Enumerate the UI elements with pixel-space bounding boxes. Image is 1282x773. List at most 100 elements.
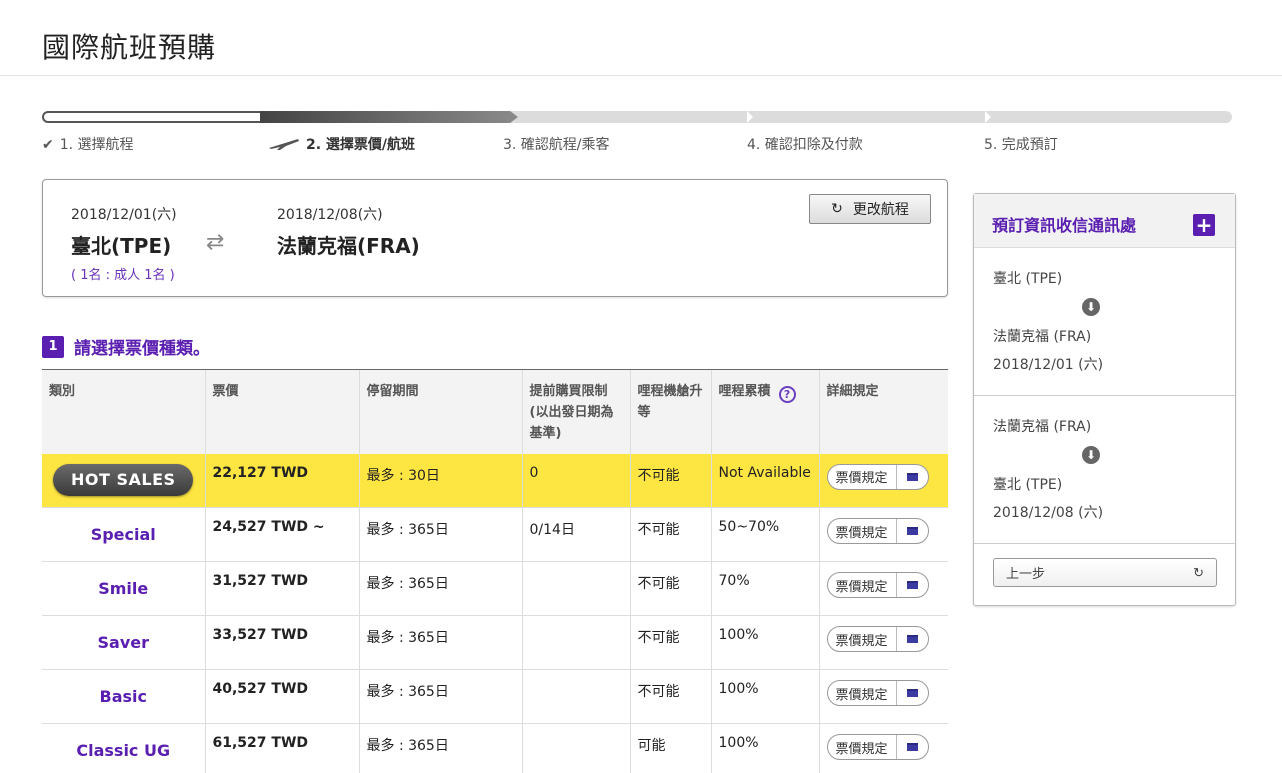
fare-type-cell: Smile — [42, 561, 205, 616]
progress-segment-2 — [260, 111, 510, 123]
stay-cell: 最多 : 365日 — [358, 615, 522, 670]
segment-date: 2018/12/01 (六) — [993, 357, 1104, 373]
fare-type-name: Special — [90, 525, 156, 544]
fare-rule-button[interactable]: 票價規定 — [826, 680, 929, 706]
column-header: 提前購買限制 (以出發日期為基準) — [521, 369, 630, 454]
help-icon[interactable]: ? — [778, 386, 796, 403]
popup-window-icon — [895, 681, 928, 705]
upgrade-cell: 不可能 — [629, 453, 711, 508]
mileage-cell: 50~70% — [710, 507, 819, 562]
table-row[interactable]: Basic 40,527 TWD 最多 : 365日 不可能 100% 票價規定 — [42, 669, 948, 724]
segment-from: 法蘭克福 (FRA) — [993, 419, 1092, 435]
price-cell: 33,527 TWD — [204, 615, 359, 670]
booking-progress-bar — [42, 111, 1232, 123]
price-cell: 22,127 TWD — [204, 453, 359, 508]
popup-window-icon — [895, 519, 928, 543]
section-title: 請選擇票價種類。 — [74, 339, 210, 359]
table-row[interactable]: Classic UG 61,527 TWD 最多 : 365日 可能 100% … — [42, 723, 948, 773]
mileage-cell: 100% — [710, 723, 819, 773]
fare-rule-button[interactable]: 票價規定 — [826, 734, 929, 760]
price-cell: 31,527 TWD — [204, 561, 359, 616]
rule-cell: 票價規定 — [818, 453, 948, 508]
step-4: 4. 確認扣除及付款 — [747, 137, 863, 153]
mileage-cell: 100% — [710, 669, 819, 724]
previous-step-button[interactable]: 上一步 ↻ — [993, 558, 1217, 587]
table-row[interactable]: Smile 31,527 TWD 最多 : 365日 不可能 70% 票價規定 — [42, 561, 948, 616]
checkmark-icon: ✔ — [42, 137, 54, 153]
arrow-down-icon: ⬇ — [1082, 446, 1100, 464]
popup-window-icon — [895, 573, 928, 597]
fare-type-cell: Saver — [42, 615, 205, 670]
mileage-cell: 70% — [710, 561, 819, 616]
booking-info-panel: 預訂資訊收信通訊處 + 臺北 (TPE) ⬇ 法蘭克福 (FRA) 2018/1… — [973, 193, 1236, 606]
panel-title: 預訂資訊收信通訊處 — [992, 216, 1137, 235]
progress-segment-1 — [42, 111, 262, 123]
fare-rule-button[interactable]: 票價規定 — [826, 518, 929, 544]
change-itinerary-button[interactable]: ↻ 更改航程 — [809, 194, 931, 224]
popup-window-icon — [895, 464, 928, 489]
page-title: 國際航班預購 — [42, 31, 217, 64]
advance-cell: 0/14日 — [521, 507, 630, 562]
column-header: 詳細規定 — [818, 369, 948, 454]
fare-type-cell: Special — [42, 507, 205, 562]
section-number: 1 — [42, 335, 64, 358]
rule-cell: 票價規定 — [818, 723, 948, 773]
fare-rule-button[interactable]: 票價規定 — [826, 572, 929, 598]
rule-cell: 票價規定 — [818, 561, 948, 616]
expand-plus-icon[interactable]: + — [1193, 214, 1215, 236]
column-header: 哩程累積? — [710, 369, 819, 454]
advance-cell — [521, 723, 630, 773]
price-cell: 24,527 TWD ~ — [204, 507, 359, 562]
table-row[interactable]: HOT SALES 22,127 TWD 最多 : 30日 0 不可能 Not … — [42, 453, 948, 508]
fare-type-name: Saver — [97, 633, 150, 652]
column-header: 類別 — [42, 369, 205, 454]
mileage-cell: Not Available — [710, 453, 819, 508]
segment-to: 臺北 (TPE) — [993, 477, 1063, 493]
progress-arrow — [510, 111, 518, 123]
fare-type-name: Smile — [98, 579, 149, 598]
title-divider — [0, 75, 1282, 76]
table-row[interactable]: Special 24,527 TWD ~ 最多 : 365日 0/14日 不可能… — [42, 507, 948, 562]
fare-type-cell: Basic — [42, 669, 205, 724]
rule-cell: 票價規定 — [818, 507, 948, 562]
refresh-icon: ↻ — [831, 201, 843, 217]
advance-cell — [521, 561, 630, 616]
section-heading: 1 請選擇票價種類。 — [42, 334, 210, 359]
passenger-count: ( 1名 : 成人 1名 ) — [71, 268, 175, 283]
mileage-cell: 100% — [710, 615, 819, 670]
progress-segment-rest — [510, 111, 1232, 123]
table-header-row: 類別 票價 停留期間 提前購買限制 (以出發日期為基準) 哩程機艙升等 哩程累積… — [42, 369, 948, 454]
return-city: 法蘭克福(FRA) — [277, 234, 420, 258]
table-row[interactable]: Saver 33,527 TWD 最多 : 365日 不可能 100% 票價規定 — [42, 615, 948, 670]
segment-date: 2018/12/08 (六) — [993, 505, 1104, 521]
advance-cell — [521, 669, 630, 724]
panel-header: 預訂資訊收信通訊處 + — [974, 194, 1235, 248]
airplane-icon — [268, 137, 300, 153]
stay-cell: 最多 : 365日 — [358, 507, 522, 562]
step-3: 3. 確認航程/乘客 — [503, 137, 610, 153]
popup-window-icon — [895, 735, 928, 759]
segment-from: 臺北 (TPE) — [993, 271, 1063, 287]
refresh-icon: ↻ — [1193, 564, 1204, 580]
fare-table: 類別 票價 停留期間 提前購買限制 (以出發日期為基準) 哩程機艙升等 哩程累積… — [42, 369, 948, 773]
arrow-down-icon: ⬇ — [1082, 298, 1100, 316]
price-cell: 61,527 TWD — [204, 723, 359, 773]
itinerary-summary: 2018/12/01(六) 臺北(TPE) ⇄ 2018/12/08(六) 法蘭… — [42, 179, 948, 297]
depart-city: 臺北(TPE) — [71, 234, 172, 258]
hot-sales-badge: HOT SALES — [53, 464, 194, 497]
column-header: 票價 — [204, 369, 359, 454]
segment-outbound: 臺北 (TPE) ⬇ 法蘭克福 (FRA) 2018/12/01 (六) — [974, 248, 1235, 396]
fare-rule-button[interactable]: 票價規定 — [826, 463, 929, 490]
stay-cell: 最多 : 365日 — [358, 723, 522, 773]
fare-rule-button[interactable]: 票價規定 — [826, 626, 929, 652]
fare-type-name: Basic — [99, 687, 147, 706]
step-5: 5. 完成預訂 — [984, 137, 1058, 153]
progress-divider — [985, 111, 991, 123]
segment-return: 法蘭克福 (FRA) ⬇ 臺北 (TPE) 2018/12/08 (六) — [974, 396, 1235, 544]
upgrade-cell: 不可能 — [629, 561, 711, 616]
advance-cell: 0 — [521, 453, 630, 508]
depart-date: 2018/12/01(六) — [71, 207, 177, 223]
popup-window-icon — [895, 627, 928, 651]
step-1: ✔ 1. 選擇航程 — [42, 137, 134, 153]
upgrade-cell: 不可能 — [629, 615, 711, 670]
